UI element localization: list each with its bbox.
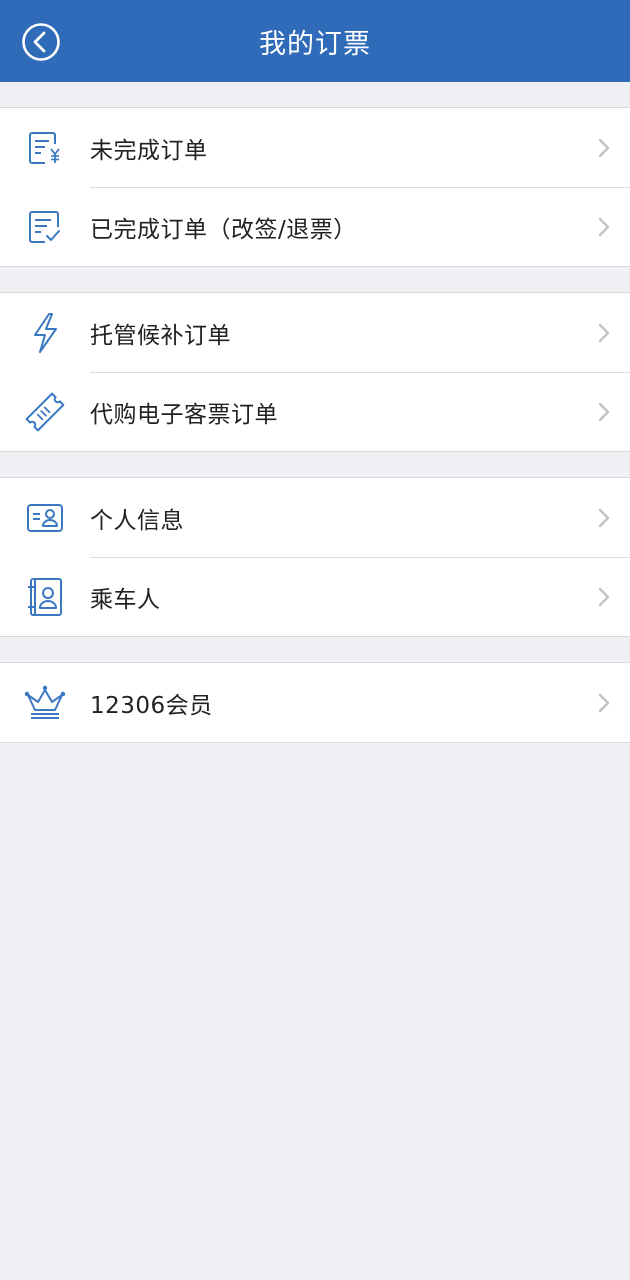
menu-item-label: 个人信息 (90, 507, 184, 534)
menu-item-label: 未完成订单 (90, 137, 208, 164)
membership-group: 12306会员 (0, 662, 630, 743)
chevron-right-icon (598, 508, 610, 527)
menu-item-label: 12306会员 (90, 692, 213, 719)
top-bar: 我的订票 (0, 0, 630, 82)
page-title: 我的订票 (259, 28, 371, 60)
lightning-icon (34, 312, 57, 353)
chevron-right-icon (598, 217, 610, 236)
menu-item-label: 代购电子客票订单 (90, 401, 278, 428)
chevron-right-icon (598, 323, 610, 342)
crown-icon (24, 685, 66, 719)
menu-item-label: 托管候补订单 (90, 322, 231, 349)
profile-group: 个人信息 乘车人 (0, 477, 630, 637)
orders-group: 未完成订单 已完成订单（改签/退票） (0, 107, 630, 267)
completed-order-icon (29, 210, 60, 243)
back-button[interactable] (21, 22, 61, 62)
chevron-right-icon (598, 693, 610, 712)
chevron-right-icon (598, 138, 610, 157)
menu-item-personal-info[interactable]: 个人信息 (0, 478, 630, 557)
menu-item-membership[interactable]: 12306会员 (0, 663, 630, 742)
chevron-left-circle-icon (22, 23, 60, 61)
passenger-icon (28, 577, 62, 616)
menu-item-label: 已完成订单（改签/退票） (90, 216, 357, 243)
pending-order-icon (29, 131, 60, 164)
menu-item-label: 乘车人 (90, 586, 161, 613)
id-card-icon (27, 503, 63, 532)
ticket-icon (25, 392, 65, 431)
menu-item-proxy-eticket-orders[interactable]: 代购电子客票订单 (0, 372, 630, 451)
menu-item-waitlist-orders[interactable]: 托管候补订单 (0, 293, 630, 372)
menu-item-completed-orders[interactable]: 已完成订单（改签/退票） (0, 187, 630, 266)
menu-item-passengers[interactable]: 乘车人 (0, 557, 630, 636)
menu-item-pending-orders[interactable]: 未完成订单 (0, 108, 630, 187)
waitlist-group: 托管候补订单 代购电子客票订单 (0, 292, 630, 452)
chevron-right-icon (598, 587, 610, 606)
chevron-right-icon (598, 402, 610, 421)
